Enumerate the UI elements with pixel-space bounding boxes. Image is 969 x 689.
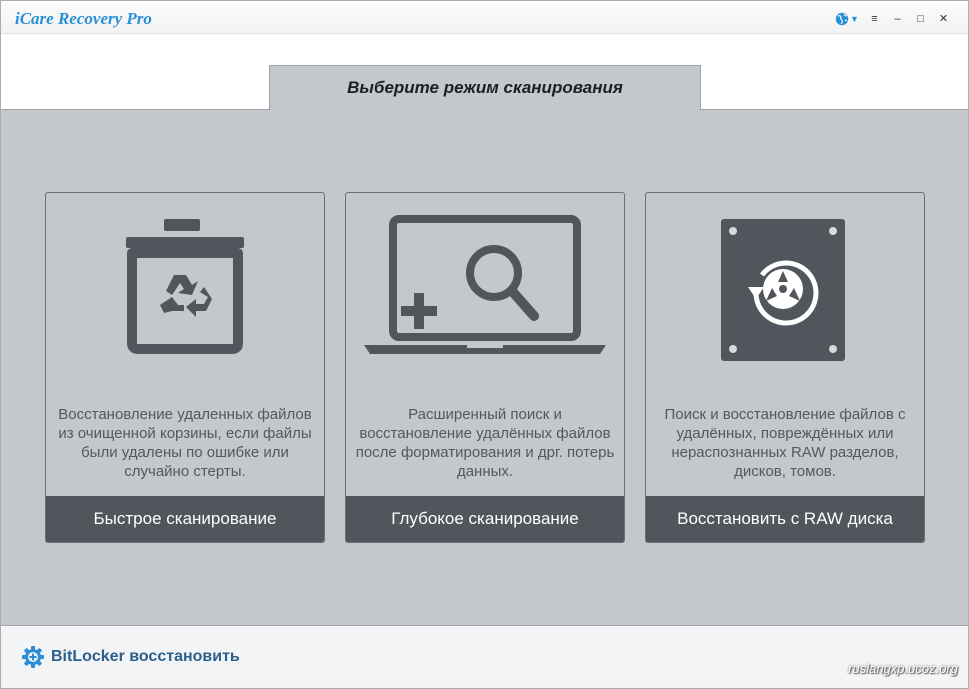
bitlocker-label: BitLocker восстановить (51, 648, 240, 665)
bitlocker-link[interactable]: BitLocker восстановить (21, 645, 240, 669)
card-icon-area (346, 213, 624, 373)
app-window: iCare Recovery Pro ▼ ≡ – □ ✕ Выберите ре… (0, 0, 969, 689)
recycle-bin-icon (126, 219, 244, 354)
globe-icon (835, 12, 849, 25)
raw-recovery-card[interactable]: Поиск и восстановление файлов с удалённы… (645, 192, 925, 543)
close-button[interactable]: ✕ (935, 10, 952, 27)
quick-scan-description: Восстановление удаленных файлов из очище… (58, 406, 312, 480)
gear-icon (22, 646, 44, 668)
menu-button[interactable]: ≡ (866, 10, 883, 27)
footer: BitLocker восстановить ruslangxp.ucoz.or… (1, 627, 968, 688)
laptop-search-icon (364, 215, 606, 354)
quick-scan-card[interactable]: Восстановление удаленных файлов из очище… (45, 192, 325, 543)
scan-mode-panel: Восстановление удаленных файлов из очище… (1, 109, 968, 626)
deep-scan-button[interactable]: Глубокое сканирование (346, 496, 624, 542)
tab-scan-mode[interactable]: Выберите режим сканирования (269, 65, 701, 110)
chevron-down-icon: ▼ (850, 13, 859, 24)
deep-scan-card[interactable]: Расширенный поиск и восстановление удалё… (345, 192, 625, 543)
language-selector[interactable]: ▼ (834, 10, 860, 27)
deep-scan-description: Расширенный поиск и восстановление удалё… (355, 406, 615, 480)
card-icon-area (646, 213, 924, 373)
watermark: ruslangxp.ucoz.org (848, 661, 958, 676)
title-bar: iCare Recovery Pro ▼ ≡ – □ ✕ (1, 1, 968, 34)
app-title: iCare Recovery Pro (15, 9, 152, 28)
hard-drive-icon (721, 219, 845, 361)
maximize-button[interactable]: □ (912, 10, 929, 27)
window-controls: ▼ ≡ – □ ✕ (834, 10, 952, 27)
card-icon-area (46, 213, 324, 373)
raw-recovery-description: Поиск и восстановление файлов с удалённы… (664, 406, 906, 480)
minimize-button[interactable]: – (889, 10, 906, 27)
raw-recovery-button[interactable]: Восстановить с RAW диска (646, 496, 924, 542)
quick-scan-button[interactable]: Быстрое сканирование (46, 496, 324, 542)
